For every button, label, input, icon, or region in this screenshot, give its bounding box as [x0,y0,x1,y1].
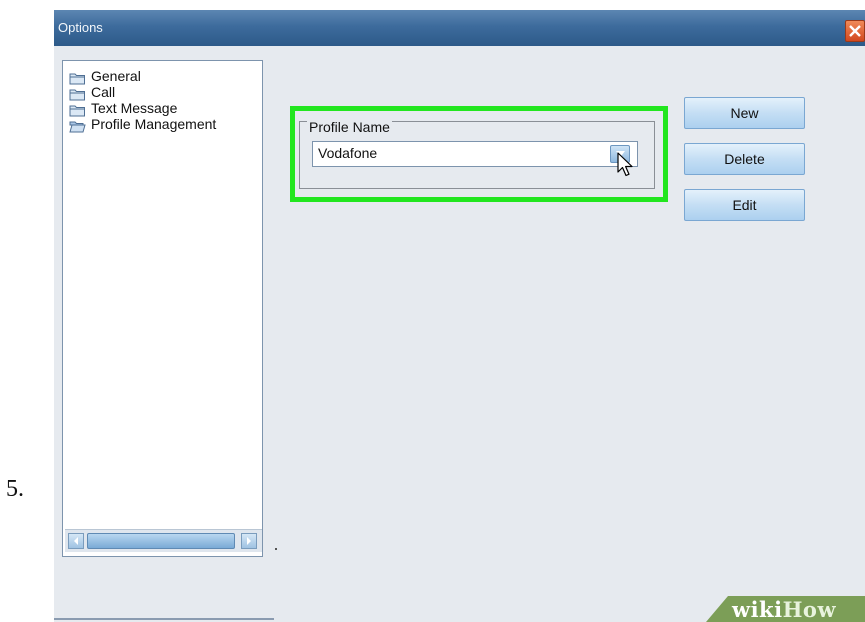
options-dialog: Options General Call Text Message Profil… [54,10,865,622]
window-title: Options [58,20,103,35]
horizontal-scrollbar[interactable] [65,529,262,552]
new-button[interactable]: New [684,97,805,129]
tree-item-label: Profile Management [91,116,217,132]
tree-item-label: Text Message [91,100,178,116]
folder-icon [69,105,85,117]
folder-icon [69,73,85,85]
arrow-left-icon [74,537,78,545]
separator-dot [275,548,277,550]
scroll-left-button[interactable] [68,533,84,549]
profile-name-value: Vodafone [318,145,378,161]
step-number: 5. [6,476,24,502]
close-icon [849,25,861,37]
title-bar[interactable]: Options [54,10,865,46]
profile-name-dropdown[interactable]: Vodafone [312,141,638,167]
watermark-how: How [782,597,837,622]
arrow-right-icon [247,537,251,545]
tree-item-label: General [91,68,141,84]
edit-button[interactable]: Edit [684,189,805,221]
mouse-cursor-icon [617,152,633,177]
scroll-thumb[interactable] [87,533,235,549]
tree-item-label: Call [91,84,116,100]
scroll-right-button[interactable] [241,533,257,549]
folder-icon [69,89,85,101]
watermark-text: wikiHow [732,597,836,622]
options-tree: General Call Text Message Profile Manage… [62,60,263,557]
close-button[interactable] [845,20,865,42]
folder-open-icon [69,121,86,133]
delete-button[interactable]: Delete [684,143,805,175]
bottom-divider [54,618,274,620]
watermark-wiki: wiki [732,597,783,622]
wikihow-watermark: wikiHow [706,596,865,622]
profile-name-label: Profile Name [307,119,392,135]
